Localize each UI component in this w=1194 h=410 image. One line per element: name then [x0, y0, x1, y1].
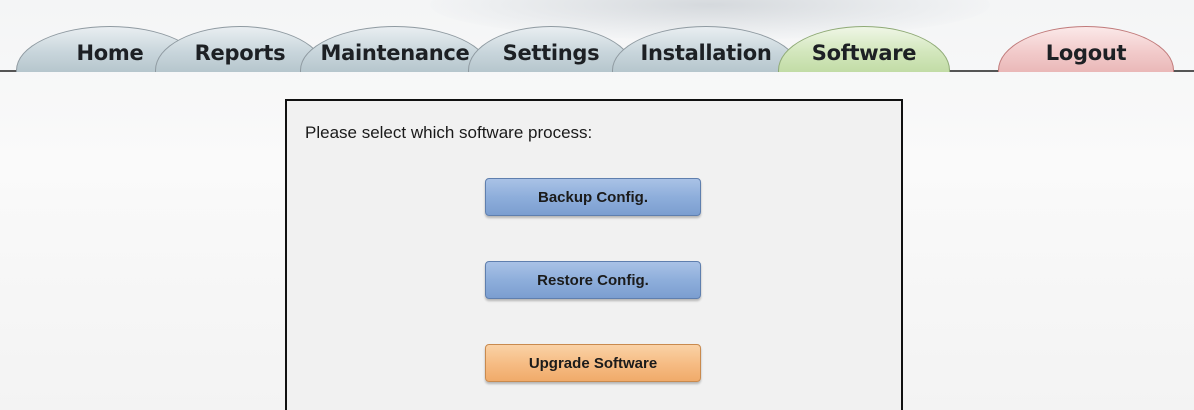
panel-prompt: Please select which software process:: [305, 123, 593, 142]
upgrade-software-button[interactable]: Upgrade Software: [485, 344, 701, 382]
tab-home-label: Home: [76, 40, 144, 65]
main-nav: Home Reports Maintenance Settings Instal…: [0, 0, 1194, 74]
tab-logout[interactable]: Logout: [998, 26, 1174, 72]
tab-settings[interactable]: Settings: [468, 26, 634, 72]
tab-installation[interactable]: Installation: [612, 26, 800, 72]
tab-reports-label: Reports: [194, 40, 286, 65]
restore-config-button[interactable]: Restore Config.: [485, 261, 701, 299]
tab-settings-label: Settings: [502, 40, 600, 65]
tab-software[interactable]: Software: [778, 26, 950, 72]
tab-maintenance[interactable]: Maintenance: [300, 26, 490, 72]
tab-software-label: Software: [811, 40, 917, 65]
tab-installation-label: Installation: [640, 40, 772, 65]
tab-maintenance-label: Maintenance: [320, 40, 470, 65]
tab-logout-label: Logout: [1045, 40, 1127, 65]
backup-config-button[interactable]: Backup Config.: [485, 178, 701, 216]
software-process-panel: Please select which software process: Ba…: [285, 99, 903, 410]
